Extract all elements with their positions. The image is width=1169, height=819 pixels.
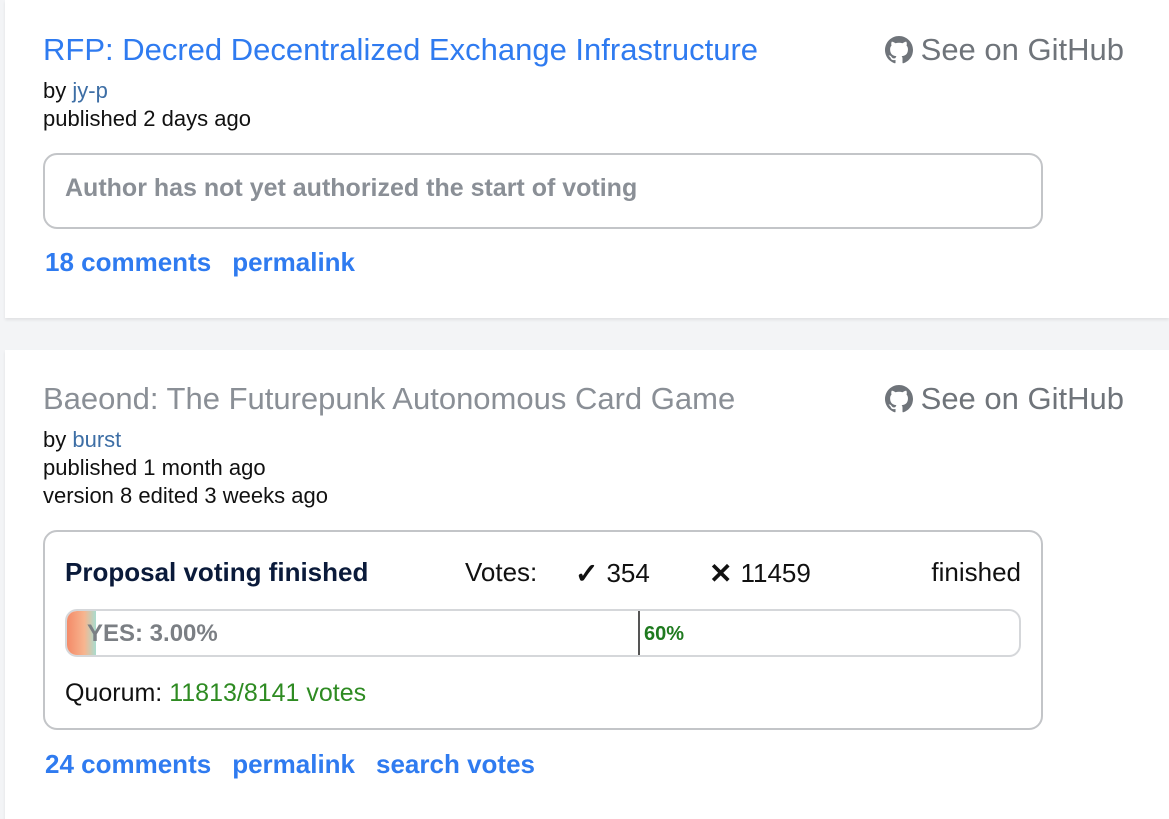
permalink-link[interactable]: permalink [232,749,355,780]
quorum-label: Quorum: [65,679,163,707]
version-info: version 8 edited 3 weeks ago [43,483,328,508]
cross-icon: ✕ [709,558,733,589]
author-link[interactable]: jy-p [72,78,107,103]
proposal-title-link[interactable]: Baeond: The Futurepunk Autonomous Card G… [43,379,735,419]
votes-label: Votes: [465,557,538,587]
author-link[interactable]: burst [72,427,121,452]
github-label: See on GitHub [920,32,1124,67]
search-votes-link[interactable]: search votes [376,749,535,780]
comments-link[interactable]: 18 comments [45,247,211,278]
yes-count: 354 [606,558,650,588]
published-date: published 1 month ago [43,455,266,480]
no-votes: ✕ 11459 [709,557,811,590]
checkmark-icon: ✓ [575,558,599,589]
pass-threshold-marker [638,611,640,655]
proposal-title-link[interactable]: RFP: Decred Decentralized Exchange Infra… [43,30,758,70]
voting-state: finished [931,557,1021,587]
github-link[interactable]: See on GitHub [884,379,1124,419]
github-icon [884,36,913,64]
proposal-actions: 18 comments permalink [45,247,355,278]
comments-link[interactable]: 24 comments [45,749,211,780]
github-label: See on GitHub [920,381,1124,416]
github-link[interactable]: See on GitHub [884,30,1124,70]
permalink-link[interactable]: permalink [232,247,355,278]
status-box: Author has not yet authorized the start … [43,153,1043,229]
no-count: 11459 [740,558,811,588]
proposal-author: by jy-p [43,77,108,105]
pass-threshold-label: 60% [644,623,685,645]
proposal-author: by burst [43,426,121,454]
proposal-card: Baeond: The Futurepunk Autonomous Card G… [5,350,1169,819]
by-label: by [43,78,67,103]
vote-progress-bar: YES: 3.00% 60% [65,609,1021,657]
yes-percentage-label: YES: 3.00% [87,620,218,647]
quorum-value: 11813/8141 votes [169,679,367,707]
by-label: by [43,427,67,452]
proposal-actions: 24 comments permalink search votes [45,749,535,780]
published-date: published 2 days ago [43,106,251,131]
github-icon [884,385,913,413]
yes-votes: ✓ 354 [575,557,650,590]
proposal-card: RFP: Decred Decentralized Exchange Infra… [5,0,1169,318]
quorum-info: Quorum: 11813/8141 votes [65,679,366,708]
status-message: Author has not yet authorized the start … [65,174,638,202]
voting-status-title: Proposal voting finished [65,557,369,587]
voting-box: Proposal voting finished Votes: ✓ 354 ✕ … [43,530,1043,730]
